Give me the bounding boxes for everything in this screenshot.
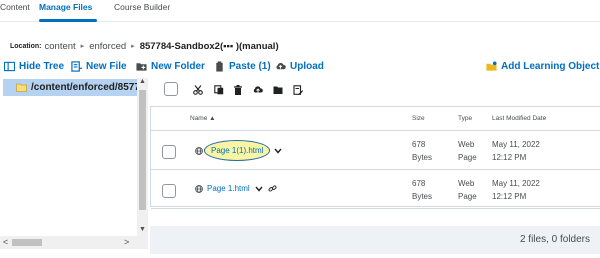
file-type-line: Page — [458, 153, 477, 162]
new-file-label: New File — [86, 60, 127, 72]
cloud-upload-icon — [275, 61, 286, 72]
modified-date: May 11, 2022 — [492, 179, 540, 188]
row-checkbox[interactable] — [162, 184, 176, 198]
breadcrumb-current-folder: 857784-Sandbox2(▪▪▪ )(manual) — [139, 40, 279, 52]
file-size-unit: Bytes — [412, 153, 433, 162]
new-folder-label: New Folder — [151, 60, 205, 72]
file-modified-cell: May 11, 2022 12:12 PM — [492, 138, 540, 164]
tree-panel-icon — [4, 61, 15, 72]
upload-icon[interactable] — [253, 85, 263, 95]
table-row: Page 1(1).html 678 Bytes Web Page May 11… — [151, 132, 600, 170]
tree-vertical-scrollbar[interactable]: ▲ ▼ — [137, 78, 148, 236]
file-link[interactable]: Page 1(1).html — [204, 140, 271, 161]
sort-ascending-icon: ▲ — [209, 115, 216, 122]
breadcrumb-content[interactable]: content — [45, 41, 76, 52]
new-folder-icon — [136, 61, 147, 72]
add-learning-object-button[interactable]: Add Learning Object — [486, 58, 599, 74]
scroll-up-icon[interactable]: ▲ — [139, 78, 146, 85]
add-learning-object-label: Add Learning Object — [501, 60, 600, 72]
paste-label: Paste (1) — [229, 60, 271, 72]
file-type-line: Page — [458, 192, 477, 201]
column-header-size: Size — [412, 115, 425, 122]
new-file-button[interactable]: New File — [71, 58, 127, 74]
file-size-cell: 678 Bytes — [412, 138, 432, 164]
column-header-modified: Last Modified Date — [492, 115, 547, 122]
scroll-right-icon[interactable]: > — [124, 237, 129, 247]
tab-manage-files[interactable]: Manage Files — [39, 2, 92, 12]
scroll-left-icon[interactable]: < — [3, 237, 8, 247]
breadcrumb: Location: content ▸ enforced ▸ 857784-Sa… — [10, 38, 279, 54]
folder-tree-pane: /content/enforced/857784-Sandbox2 ▲ ▼ < … — [0, 78, 148, 253]
paste-icon — [214, 60, 225, 72]
tab-content[interactable]: Content — [0, 2, 30, 12]
file-modified-cell: May 11, 2022 12:12 PM — [492, 177, 540, 203]
file-count-summary: 2 files, 0 folders — [519, 234, 590, 245]
modified-time: 12:12 PM — [492, 153, 527, 162]
cut-icon[interactable] — [193, 85, 203, 95]
hide-tree-label: Hide Tree — [19, 60, 65, 72]
location-label: Location: — [10, 42, 42, 50]
tree-item-label: /content/enforced/857784-Sandbox2 — [31, 82, 137, 93]
upload-label: Upload — [290, 60, 324, 72]
breadcrumb-enforced[interactable]: enforced — [89, 41, 126, 52]
globe-icon — [195, 184, 203, 193]
table-row: Page 1.html 678 Bytes Web Page May 11, 2… — [151, 171, 600, 209]
scrollbar-corner — [137, 236, 148, 249]
modified-time: 12:12 PM — [492, 192, 527, 201]
active-tab-indicator — [39, 19, 97, 22]
upload-button[interactable]: Upload — [275, 58, 324, 74]
file-action-toolbar — [150, 78, 600, 105]
tab-bar: Content Manage Files Course Builder — [0, 0, 600, 22]
select-all-checkbox[interactable] — [164, 82, 178, 96]
paste-button[interactable]: Paste (1) — [214, 58, 271, 74]
move-to-folder-icon[interactable] — [273, 85, 283, 95]
modified-date: May 11, 2022 — [492, 140, 540, 149]
delete-icon[interactable] — [233, 85, 243, 95]
folder-open-icon — [16, 83, 27, 92]
row-checkbox[interactable] — [162, 145, 176, 159]
column-header-name[interactable]: Name ▲ — [190, 115, 216, 122]
file-type-line: Web — [458, 179, 475, 188]
chevron-down-icon[interactable] — [255, 186, 263, 192]
copy-icon[interactable] — [214, 85, 224, 95]
file-list-footer: 2 files, 0 folders — [150, 226, 600, 254]
table-header: Name ▲ Size Type Last Modified Date — [151, 107, 600, 131]
breadcrumb-separator-icon: ▸ — [131, 43, 135, 50]
tab-course-builder[interactable]: Course Builder — [114, 2, 170, 12]
hide-tree-button[interactable]: Hide Tree — [4, 58, 64, 74]
tree-horizontal-scrollbar[interactable]: < > — [0, 236, 137, 249]
file-size-value: 678 — [412, 179, 426, 188]
rename-icon[interactable] — [293, 85, 303, 95]
file-list-table: Name ▲ Size Type Last Modified Date Page… — [150, 106, 600, 209]
new-folder-button[interactable]: New Folder — [136, 58, 205, 74]
file-name-cell: Page 1.html — [195, 184, 277, 193]
file-name-cell: Page 1(1).html — [195, 140, 283, 161]
scrollbar-thumb[interactable] — [139, 90, 146, 210]
file-type-line: Web — [458, 140, 475, 149]
file-size-cell: 678 Bytes — [412, 177, 432, 203]
link-icon[interactable] — [268, 184, 277, 193]
file-size-unit: Bytes — [412, 192, 433, 201]
file-type-cell: Web Page — [458, 138, 477, 164]
file-size-value: 678 — [412, 140, 426, 149]
learning-object-icon — [486, 60, 497, 72]
chevron-down-icon[interactable] — [274, 148, 283, 154]
scrollbar-thumb[interactable] — [12, 239, 42, 246]
column-header-type: Type — [458, 115, 473, 122]
file-link[interactable]: Page 1.html — [207, 184, 250, 193]
scroll-down-icon[interactable]: ▼ — [139, 226, 146, 233]
file-type-cell: Web Page — [458, 177, 477, 203]
new-file-icon — [71, 60, 82, 72]
globe-icon — [195, 146, 203, 155]
tree-item-selected-folder[interactable]: /content/enforced/857784-Sandbox2 — [3, 79, 137, 96]
column-header-name-label: Name — [190, 115, 208, 122]
breadcrumb-separator-icon: ▸ — [80, 43, 85, 50]
